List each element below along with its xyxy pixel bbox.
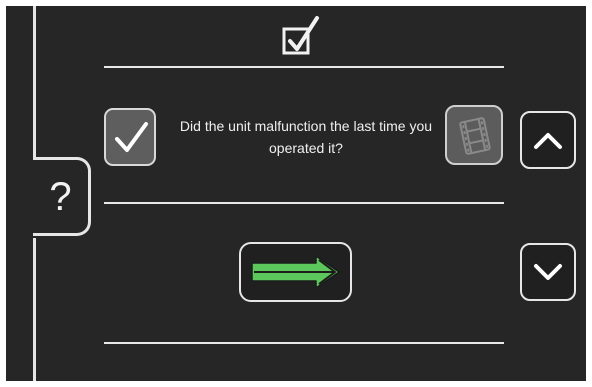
- film-icon: [459, 117, 491, 155]
- app-screen: ? Did the unit malfunction the last time…: [6, 6, 586, 381]
- chevron-up-icon: [534, 133, 562, 149]
- divider: [104, 342, 504, 344]
- left-rail-line: [33, 6, 36, 157]
- question-text: Did the unit malfunction the last time y…: [179, 118, 433, 156]
- help-label: ?: [49, 175, 72, 219]
- scroll-down-button[interactable]: [520, 243, 576, 301]
- video-button[interactable]: [445, 105, 503, 165]
- arrow-right-icon: [251, 255, 340, 289]
- checkbox-checked-icon: [282, 16, 319, 55]
- scroll-up-button[interactable]: [520, 111, 576, 169]
- left-rail-line: [33, 238, 36, 381]
- next-button[interactable]: [239, 242, 352, 302]
- checkmark-icon: [115, 122, 148, 152]
- divider: [104, 202, 504, 204]
- confirm-answer-button[interactable]: [104, 108, 156, 166]
- chevron-down-icon: [534, 264, 562, 280]
- divider: [104, 66, 504, 68]
- help-tab[interactable]: ?: [33, 157, 91, 236]
